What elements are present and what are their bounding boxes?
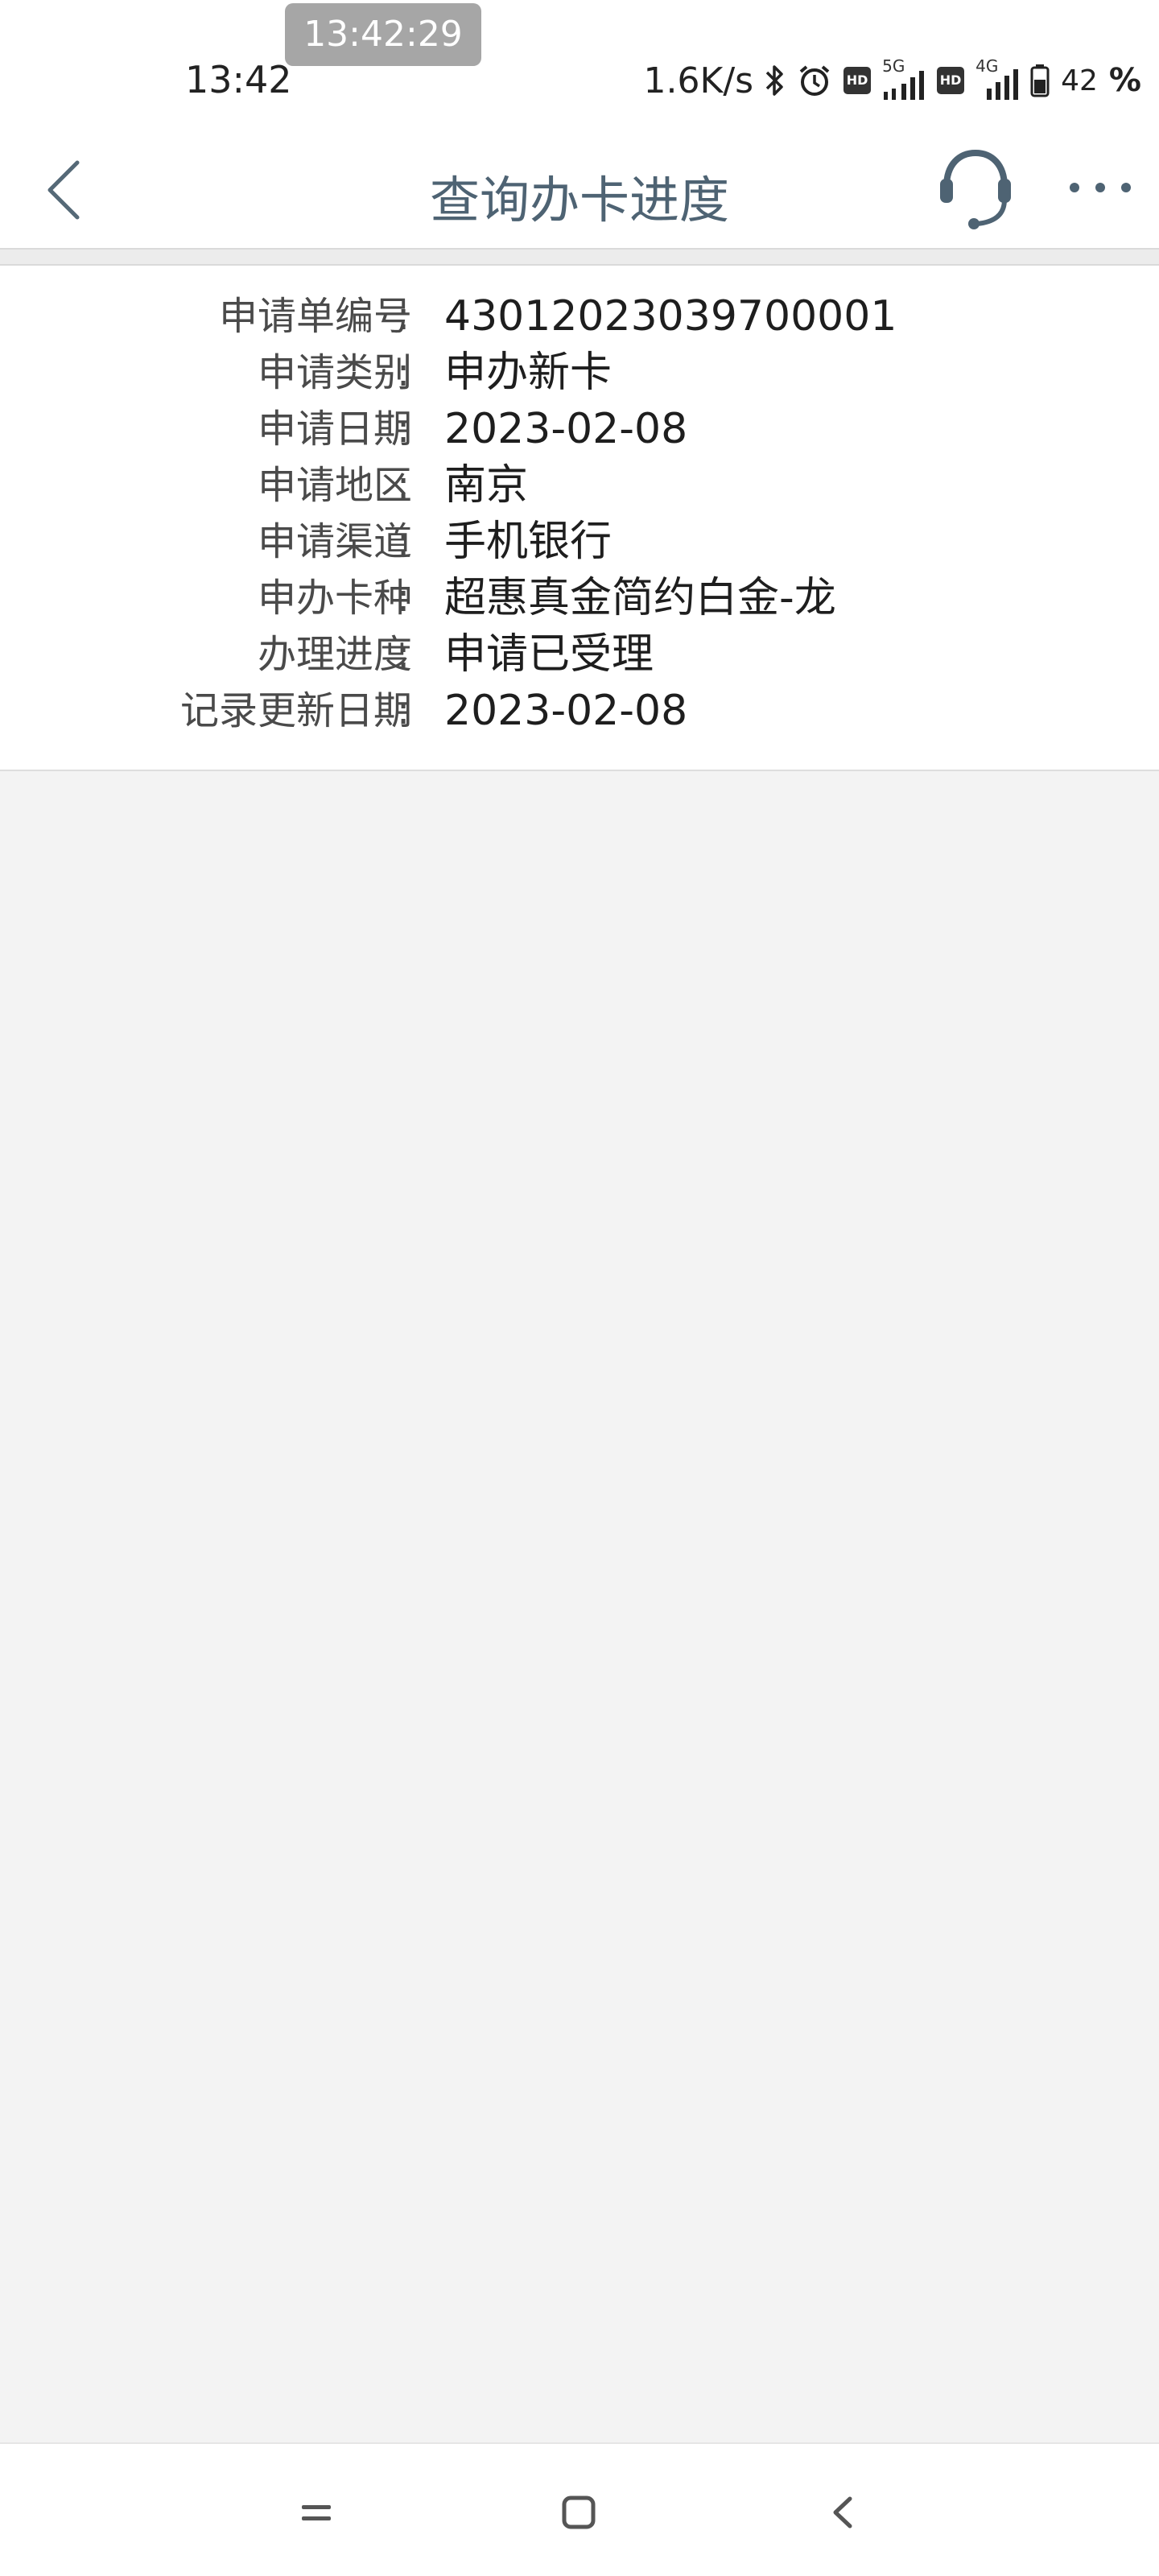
status-bar: 13:42 13:42:29 1.6K/s HD 5G HD 4G 42 % xyxy=(0,0,1159,129)
nav-back-button[interactable] xyxy=(816,2484,872,2541)
recent-apps-button[interactable] xyxy=(288,2484,344,2541)
detail-label: 申请日期 xyxy=(257,407,412,452)
detail-value: 手机银行 xyxy=(444,518,612,566)
signal-4g-icon: 4G xyxy=(975,56,1019,101)
detail-row: 申请地区 : 南京 xyxy=(0,457,1159,514)
progress-detail-card: 申请单编号 : 43012023039700001 申请类别 : 申办新卡 申请… xyxy=(0,266,1159,771)
screenshot-timestamp: 13:42:29 xyxy=(285,3,481,66)
detail-colon: : xyxy=(397,407,410,452)
detail-label: 申请类别 xyxy=(257,350,412,395)
detail-colon: : xyxy=(397,688,410,733)
hd-icon-2: HD xyxy=(937,67,965,94)
detail-row: 申请日期 : 2023-02-08 xyxy=(0,401,1159,457)
home-button[interactable] xyxy=(551,2484,607,2541)
detail-label: 记录更新日期 xyxy=(179,688,412,733)
battery-icon xyxy=(1030,64,1050,97)
bluetooth-icon xyxy=(765,63,786,98)
home-square-icon xyxy=(562,2496,596,2529)
alarm-icon xyxy=(797,63,832,98)
app-header: 查询办卡进度 xyxy=(0,129,1159,250)
menu-lines-icon xyxy=(302,2505,331,2520)
detail-row: 记录更新日期 : 2023-02-08 xyxy=(0,683,1159,739)
status-icons: 1.6K/s HD 5G HD 4G 42 % xyxy=(643,56,1141,103)
detail-row: 申办卡种 : 超惠真金简约白金-龙 xyxy=(0,570,1159,626)
status-time: 13:42 xyxy=(185,58,292,101)
detail-row: 申请类别 : 申办新卡 xyxy=(0,345,1159,401)
detail-value: 43012023039700001 xyxy=(444,292,897,341)
detail-label: 办理进度 xyxy=(257,632,412,677)
detail-label: 申请地区 xyxy=(257,463,412,508)
battery-percent: 42 xyxy=(1061,64,1098,97)
detail-colon: : xyxy=(397,350,410,395)
detail-label: 申请渠道 xyxy=(257,519,412,564)
detail-colon: : xyxy=(397,632,410,677)
hd-icon: HD xyxy=(843,67,872,94)
network-speed: 1.6K/s xyxy=(643,60,754,101)
detail-label: 申请单编号 xyxy=(218,294,412,339)
detail-colon: : xyxy=(397,463,410,508)
system-nav-bar xyxy=(0,2442,1159,2576)
detail-value: 2023-02-08 xyxy=(444,405,688,453)
customer-service-button[interactable] xyxy=(935,140,1016,237)
detail-value: 申办新卡 xyxy=(444,349,612,397)
detail-label: 申办卡种 xyxy=(257,576,412,621)
detail-value: 超惠真金简约白金-龙 xyxy=(444,574,836,622)
headset-icon xyxy=(940,149,1011,229)
detail-colon: : xyxy=(397,294,410,339)
detail-value: 南京 xyxy=(444,461,529,510)
detail-row: 办理进度 : 申请已受理 xyxy=(0,626,1159,683)
detail-value: 申请已受理 xyxy=(444,630,654,679)
detail-row: 申请单编号 : 43012023039700001 xyxy=(0,288,1159,345)
detail-colon: : xyxy=(397,519,410,564)
detail-row: 申请渠道 : 手机银行 xyxy=(0,514,1159,570)
header-divider xyxy=(0,248,1159,266)
more-dots-icon xyxy=(1070,183,1131,192)
percent-sign: % xyxy=(1108,62,1141,99)
screen: 13:42 13:42:29 1.6K/s HD 5G HD 4G 42 % 查… xyxy=(0,0,1159,2576)
nav-back-icon xyxy=(833,2496,852,2529)
detail-value: 2023-02-08 xyxy=(444,687,688,735)
detail-colon: : xyxy=(397,576,410,621)
signal-5g-icon: 5G xyxy=(882,56,926,101)
more-button[interactable] xyxy=(1064,167,1136,208)
